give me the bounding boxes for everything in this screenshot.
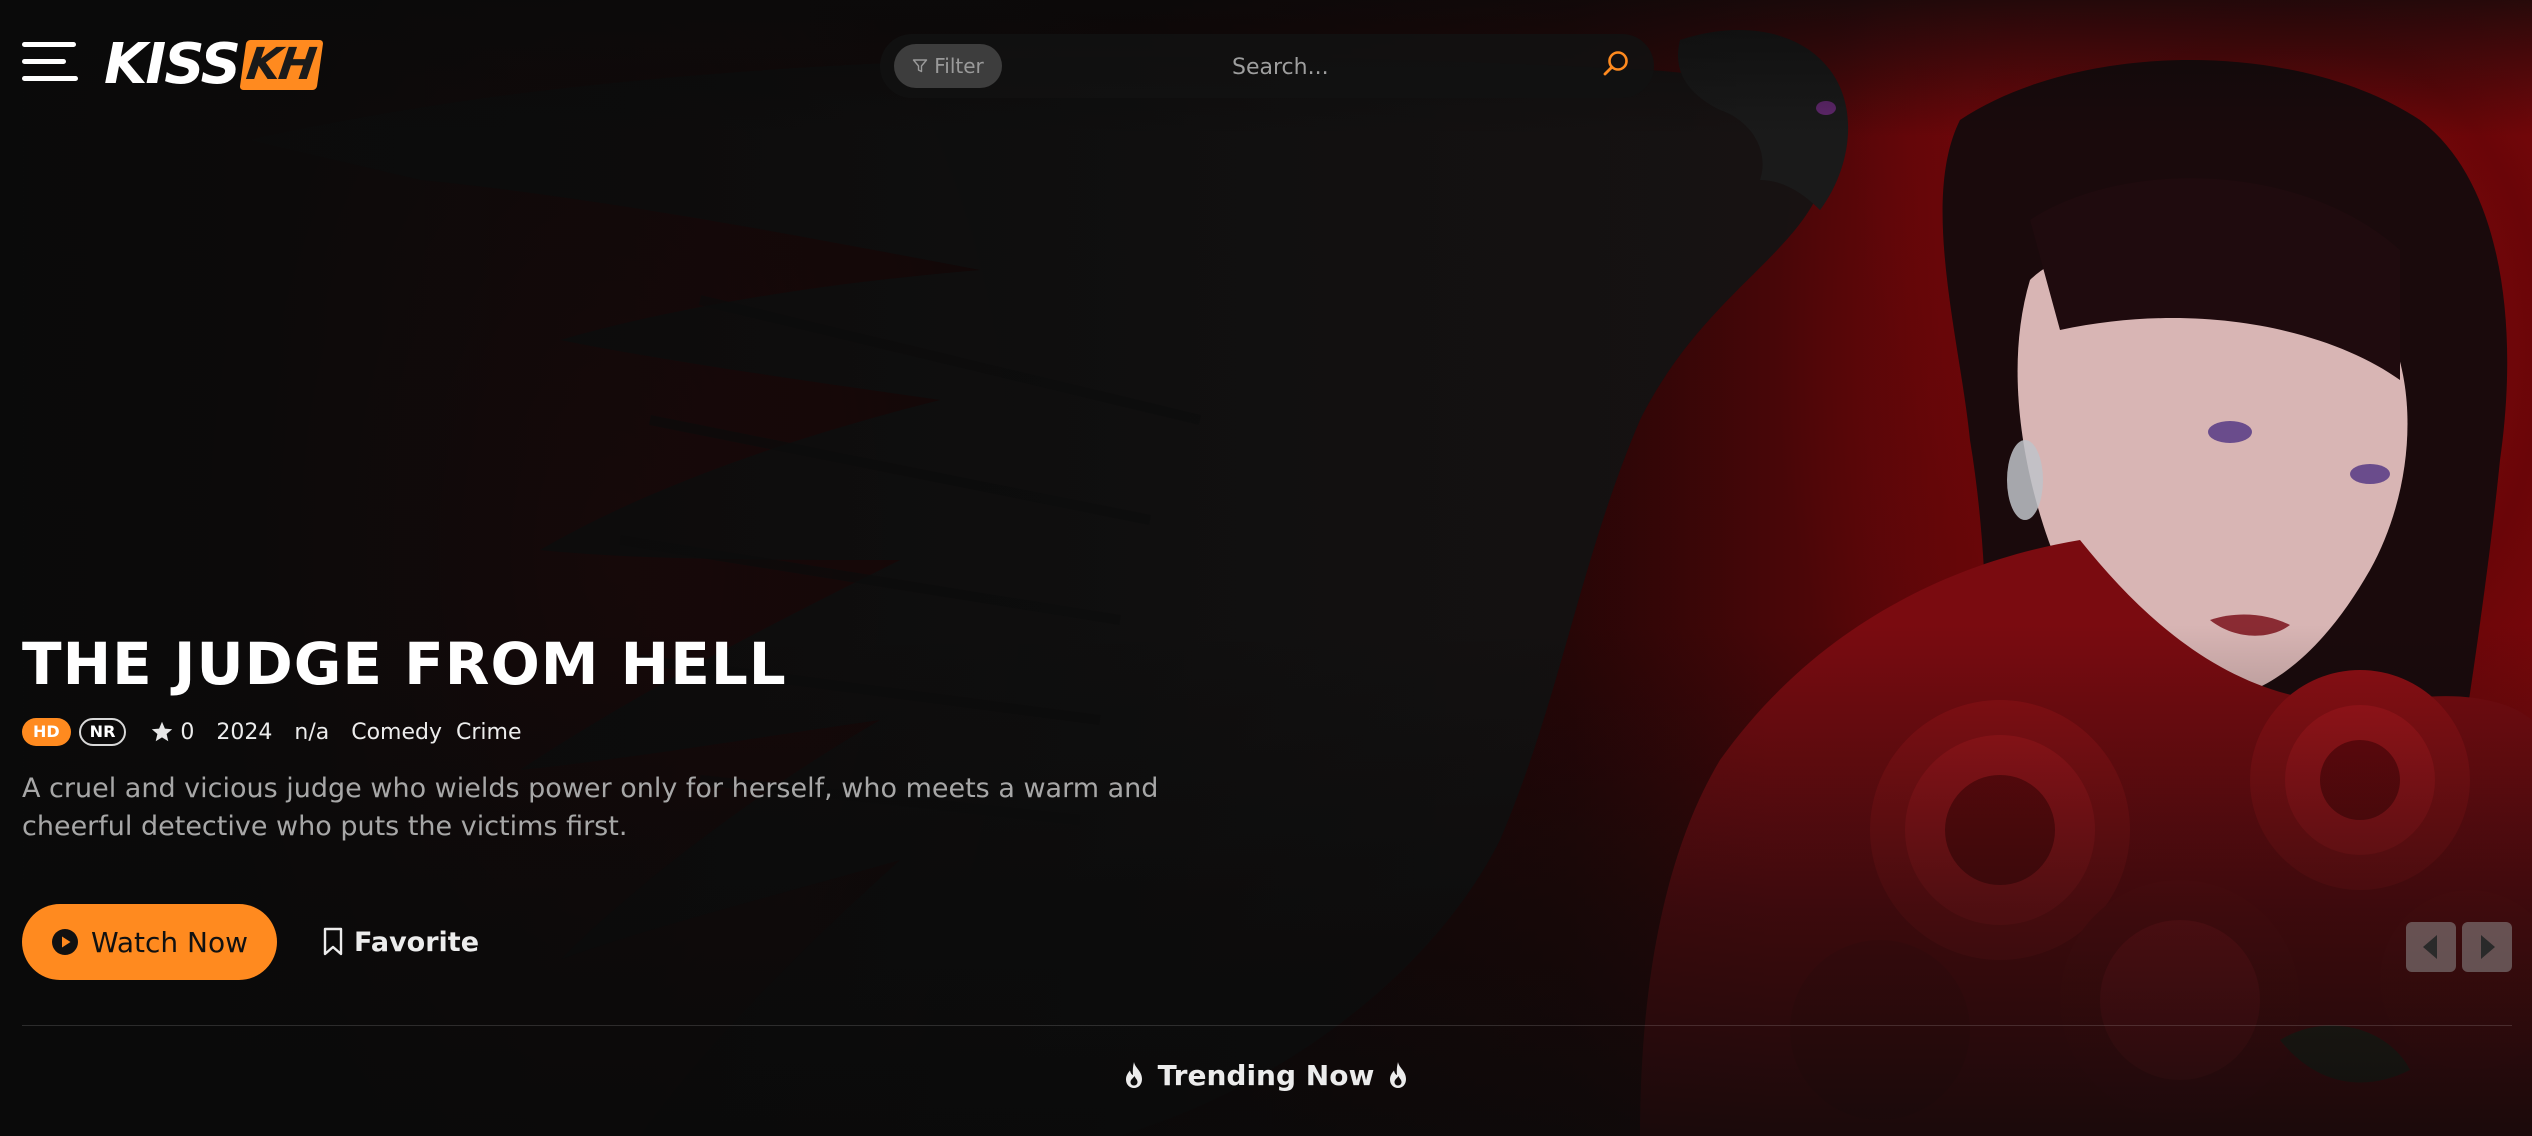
menu-line [22,59,66,64]
genre-tag[interactable]: Comedy [351,720,442,745]
trending-heading: Trending Now [0,1055,2532,1095]
caret-left-icon [2423,935,2437,959]
filter-button[interactable]: Filter [894,44,1002,88]
bookmark-icon [323,927,343,956]
flame-icon [1390,1062,1407,1088]
genre-tag[interactable]: Crime [456,720,521,745]
funnel-icon [913,59,928,73]
favorite-button[interactable]: Favorite [322,920,479,964]
search-icon [1603,51,1628,76]
quality-badge: HD [22,718,71,746]
rating-badge: NR [78,718,127,746]
star-rating: 0 [150,720,194,745]
section-divider [22,1025,2512,1026]
page: KISS KH Filter THE JUDGE FROM HELL HD NR [0,0,2532,1136]
hamburger-menu-button[interactable] [22,42,80,82]
trending-label: Trending Now [1157,1058,1375,1092]
duration: n/a [294,719,330,745]
search-input[interactable] [1230,46,1594,88]
flame-icon [1125,1062,1142,1088]
search-button[interactable] [1600,48,1634,82]
play-circle-icon [51,929,78,955]
backdrop-fade-top [0,0,2532,1136]
favorite-label: Favorite [354,926,480,958]
filter-label: Filter [934,54,984,78]
caret-right-icon [2481,935,2495,959]
logo-text-kiss: KISS [104,32,241,97]
search-bar: Filter [880,34,1654,98]
slider-prev-button[interactable] [2406,922,2456,972]
watch-now-label: Watch Now [90,925,249,959]
slider-next-button[interactable] [2462,922,2512,972]
hero-title: THE JUDGE FROM HELL [22,630,787,698]
menu-line [22,76,78,81]
hero-backdrop [0,0,2532,1136]
site-logo[interactable]: KISS KH [104,32,324,97]
hero-description: A cruel and vicious judge who wields pow… [22,773,1159,842]
hero-meta-row: HD NR 0 2024 n/a Comedy Crime [22,716,522,748]
top-header: KISS KH Filter [0,0,2532,130]
watch-now-button[interactable]: Watch Now [22,904,277,980]
star-icon [152,721,173,742]
logo-text-kh: KH [239,39,324,90]
rating-value: 0 [180,719,195,745]
release-year: 2024 [216,719,273,745]
menu-line [22,42,76,47]
